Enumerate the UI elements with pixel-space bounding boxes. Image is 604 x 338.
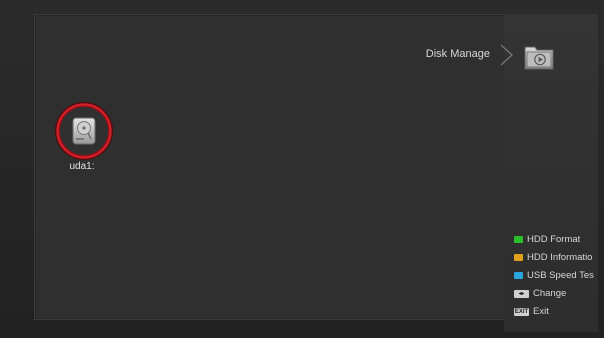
chevron-right-icon [500,44,513,66]
legend-exit[interactable]: EXIT Exit [514,303,604,320]
legend-change[interactable]: ◂▸ Change [514,285,604,302]
left-right-key-icon: ◂▸ [514,289,529,298]
disk-label: uda1: [69,161,95,172]
blue-key-icon [514,272,523,279]
yellow-key-icon [514,254,523,261]
legend-exit-label: Exit [533,306,549,317]
green-key-icon [514,236,523,243]
legend-hdd-format[interactable]: HDD Format [514,231,604,248]
legend-change-label: Change [533,288,567,299]
media-folder-icon [524,46,554,70]
exit-key-icon: EXIT [514,307,529,316]
screen: Disk Manage uda1: HDD Format HDD Informa… [0,0,604,338]
selection-ring [55,102,113,160]
legend-hdd-info[interactable]: HDD Informatio [514,249,604,266]
legend-usb-speed[interactable]: USB Speed Tes [514,267,604,284]
legend-hdd-format-label: HDD Format [527,234,581,245]
hard-disk-icon [72,117,96,145]
legend-usb-speed-label: USB Speed Tes [527,270,594,281]
button-legend: HDD Format HDD Informatio USB Speed Tes … [514,231,604,321]
page-title: Disk Manage [425,48,490,60]
legend-hdd-info-label: HDD Informatio [527,252,593,263]
disk-item-uda1[interactable]: uda1: [53,100,117,180]
